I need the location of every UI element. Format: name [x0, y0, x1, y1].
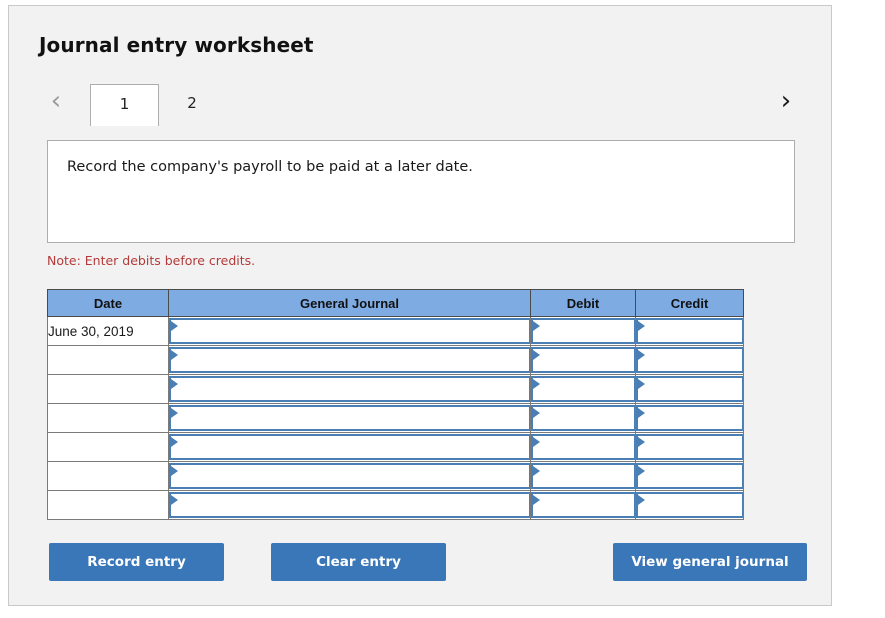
credit-input-cell[interactable]: [635, 461, 744, 491]
general-journal-input-cell-box[interactable]: [169, 434, 530, 460]
column-header-debit: Debit: [530, 289, 636, 317]
general-journal-input-cell-box[interactable]: [169, 347, 530, 373]
dropdown-triangle-icon: [638, 350, 645, 360]
debits-before-credits-note: Note: Enter debits before credits.: [47, 253, 256, 268]
general-journal-input-cell[interactable]: [168, 461, 531, 491]
credit-input-cell-box[interactable]: [636, 347, 743, 373]
table-row: June 30, 2019: [47, 316, 744, 346]
dropdown-triangle-icon: [533, 495, 540, 505]
dropdown-triangle-icon: [533, 379, 540, 389]
dropdown-triangle-icon: [171, 321, 178, 331]
credit-input-cell[interactable]: [635, 316, 744, 346]
tab-2[interactable]: 2: [159, 84, 225, 125]
dropdown-triangle-icon: [171, 437, 178, 447]
general-journal-input-cell[interactable]: [168, 345, 531, 375]
credit-input-cell-box[interactable]: [636, 376, 743, 402]
credit-input-cell[interactable]: [635, 490, 744, 520]
column-header-credit: Credit: [635, 289, 744, 317]
general-journal-input-cell[interactable]: [168, 316, 531, 346]
tab-strip: ‹ 1 2 ›: [9, 78, 831, 126]
table-row: [47, 461, 744, 491]
next-tab-chevron-icon[interactable]: ›: [769, 84, 803, 118]
table-row: [47, 403, 744, 433]
date-cell[interactable]: [47, 490, 169, 520]
debit-input-cell-box[interactable]: [531, 376, 635, 402]
debit-input-cell[interactable]: [530, 490, 636, 520]
dropdown-triangle-icon: [533, 408, 540, 418]
credit-input-cell-box[interactable]: [636, 405, 743, 431]
dropdown-triangle-icon: [533, 466, 540, 476]
credit-input-cell[interactable]: [635, 345, 744, 375]
table-row: [47, 432, 744, 462]
dropdown-triangle-icon: [171, 350, 178, 360]
dropdown-triangle-icon: [638, 437, 645, 447]
debit-input-cell-box[interactable]: [531, 405, 635, 431]
date-cell[interactable]: [47, 374, 169, 404]
credit-input-cell[interactable]: [635, 403, 744, 433]
debit-input-cell-box[interactable]: [531, 463, 635, 489]
dropdown-triangle-icon: [533, 437, 540, 447]
credit-input-cell[interactable]: [635, 374, 744, 404]
debit-input-cell[interactable]: [530, 316, 636, 346]
clear-entry-button[interactable]: Clear entry: [271, 543, 446, 581]
date-cell[interactable]: [47, 403, 169, 433]
general-journal-input-cell[interactable]: [168, 403, 531, 433]
journal-entry-panel: Journal entry worksheet ‹ 1 2 › Record t…: [8, 5, 832, 606]
credit-input-cell-box[interactable]: [636, 434, 743, 460]
dropdown-triangle-icon: [171, 495, 178, 505]
table-row: [47, 490, 744, 520]
table-row: [47, 374, 744, 404]
general-journal-input-cell-box[interactable]: [169, 463, 530, 489]
dropdown-triangle-icon: [638, 495, 645, 505]
debit-input-cell[interactable]: [530, 374, 636, 404]
journal-entry-table: Date General Journal Debit Credit June 3…: [47, 289, 744, 520]
column-header-date: Date: [47, 289, 169, 317]
date-cell[interactable]: June 30, 2019: [47, 316, 169, 346]
debit-input-cell-box[interactable]: [531, 318, 635, 344]
dropdown-triangle-icon: [533, 321, 540, 331]
dropdown-triangle-icon: [638, 321, 645, 331]
debit-input-cell[interactable]: [530, 461, 636, 491]
table-row: [47, 345, 744, 375]
general-journal-input-cell[interactable]: [168, 374, 531, 404]
dropdown-triangle-icon: [533, 350, 540, 360]
debit-input-cell-box[interactable]: [531, 492, 635, 518]
instruction-text: Record the company's payroll to be paid …: [67, 159, 473, 175]
debit-input-cell-box[interactable]: [531, 347, 635, 373]
general-journal-input-cell-box[interactable]: [169, 492, 530, 518]
credit-input-cell[interactable]: [635, 432, 744, 462]
debit-input-cell-box[interactable]: [531, 434, 635, 460]
debit-input-cell[interactable]: [530, 432, 636, 462]
date-cell[interactable]: [47, 432, 169, 462]
general-journal-input-cell-box[interactable]: [169, 405, 530, 431]
record-entry-button[interactable]: Record entry: [49, 543, 224, 581]
credit-input-cell-box[interactable]: [636, 318, 743, 344]
debit-input-cell[interactable]: [530, 345, 636, 375]
table-header-row: Date General Journal Debit Credit: [47, 289, 744, 317]
date-cell[interactable]: [47, 461, 169, 491]
dropdown-triangle-icon: [638, 466, 645, 476]
general-journal-input-cell-box[interactable]: [169, 376, 530, 402]
debit-input-cell[interactable]: [530, 403, 636, 433]
general-journal-input-cell[interactable]: [168, 432, 531, 462]
credit-input-cell-box[interactable]: [636, 463, 743, 489]
date-cell[interactable]: [47, 345, 169, 375]
dropdown-triangle-icon: [171, 466, 178, 476]
tab-1[interactable]: 1: [90, 84, 159, 126]
general-journal-input-cell-box[interactable]: [169, 318, 530, 344]
general-journal-input-cell[interactable]: [168, 490, 531, 520]
previous-tab-chevron-icon[interactable]: ‹: [39, 84, 73, 118]
dropdown-triangle-icon: [171, 408, 178, 418]
instruction-box: Record the company's payroll to be paid …: [47, 140, 795, 243]
dropdown-triangle-icon: [638, 379, 645, 389]
dropdown-triangle-icon: [638, 408, 645, 418]
column-header-general-journal: General Journal: [168, 289, 531, 317]
view-general-journal-button[interactable]: View general journal: [613, 543, 807, 581]
page-title: Journal entry worksheet: [39, 33, 314, 57]
credit-input-cell-box[interactable]: [636, 492, 743, 518]
dropdown-triangle-icon: [171, 379, 178, 389]
